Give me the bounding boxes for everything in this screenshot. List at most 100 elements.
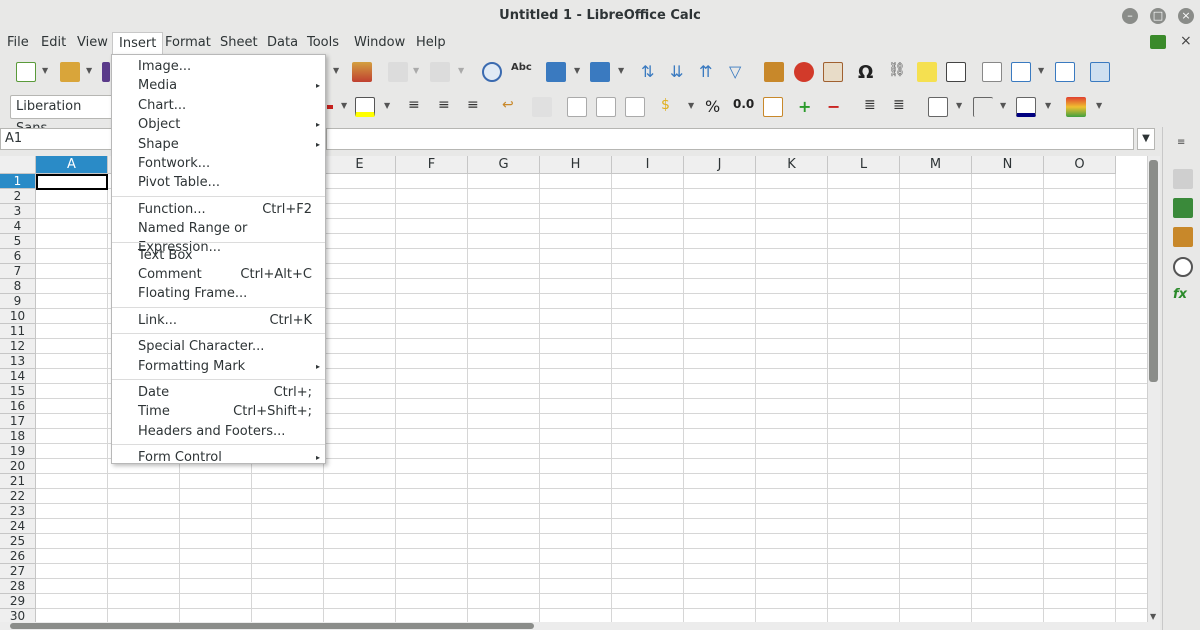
align-bottom-icon[interactable] [625, 97, 645, 117]
hyperlink-icon[interactable]: ⛓ [888, 62, 908, 82]
font-name-box[interactable]: Liberation Sans [10, 95, 114, 136]
align-center-icon[interactable]: ≡ [438, 97, 458, 117]
column-header[interactable]: L [828, 156, 900, 174]
row-header[interactable]: 5 [0, 234, 36, 249]
menu-view[interactable]: View [71, 32, 114, 54]
menu-item-named-range-or-expression[interactable]: Named Range or Expression... [112, 219, 325, 255]
highlight-color-icon[interactable] [355, 97, 375, 117]
increase-indent-icon[interactable]: ≣ [864, 97, 884, 117]
navigator-icon[interactable] [1173, 257, 1193, 277]
header-footer-icon[interactable] [946, 62, 966, 82]
column-header[interactable]: K [756, 156, 828, 174]
pivot-table-icon[interactable] [823, 62, 843, 82]
column-icon[interactable] [590, 62, 610, 82]
chevron-down-icon[interactable]: ▼ [1096, 101, 1102, 110]
menu-item-image[interactable]: Image... [112, 57, 325, 76]
row-header[interactable]: 22 [0, 489, 36, 504]
vertical-scroll-thumb[interactable] [1149, 160, 1158, 382]
chevron-down-icon[interactable]: ▼ [618, 66, 624, 75]
border-style-icon[interactable] [973, 97, 993, 117]
chevron-down-icon[interactable]: ▼ [956, 101, 962, 110]
gallery-icon[interactable] [1173, 227, 1193, 247]
menu-help[interactable]: Help [410, 32, 452, 54]
menu-item-form-control[interactable]: Form Control ▸ [112, 448, 325, 467]
row-icon[interactable] [546, 62, 566, 82]
horizontal-scroll-thumb[interactable] [10, 623, 534, 629]
row-header[interactable]: 6 [0, 249, 36, 264]
styles-icon[interactable] [1173, 198, 1193, 218]
column-header[interactable]: O [1044, 156, 1116, 174]
properties-icon[interactable] [1173, 169, 1193, 189]
chevron-down-icon[interactable]: ▼ [458, 66, 464, 75]
row-header[interactable]: 3 [0, 204, 36, 219]
row-header[interactable]: 15 [0, 384, 36, 399]
font-color-swatch[interactable] [327, 105, 333, 109]
chevron-down-icon[interactable]: ▼ [413, 66, 419, 75]
select-all-corner[interactable] [0, 156, 36, 174]
split-window-icon[interactable] [1055, 62, 1075, 82]
row-header[interactable]: 16 [0, 399, 36, 414]
column-header[interactable]: E [324, 156, 396, 174]
minimize-button[interactable]: – [1122, 8, 1138, 24]
menu-data[interactable]: Data [261, 32, 304, 54]
borders-icon[interactable] [928, 97, 948, 117]
menu-sheet[interactable]: Sheet [214, 32, 264, 54]
open-icon[interactable] [60, 62, 80, 82]
name-box[interactable]: A1 [0, 128, 112, 150]
menu-item-function[interactable]: Function... Ctrl+F2 [112, 200, 325, 219]
menu-item-formatting-mark[interactable]: Formatting Mark ▸ [112, 357, 325, 376]
show-draw-functions-icon[interactable] [1090, 62, 1110, 82]
menu-item-comment[interactable]: Comment Ctrl+Alt+C [112, 265, 325, 284]
align-top-icon[interactable] [567, 97, 587, 117]
sort-ascending-icon[interactable]: ⇊ [670, 62, 690, 82]
menu-file[interactable]: File [1, 32, 35, 54]
cell-cursor[interactable] [36, 174, 108, 190]
row-header[interactable]: 2 [0, 189, 36, 204]
chevron-down-icon[interactable]: ▼ [333, 66, 339, 75]
row-header[interactable]: 19 [0, 444, 36, 459]
column-header[interactable]: J [684, 156, 756, 174]
maximize-button[interactable]: □ [1150, 8, 1166, 24]
chevron-down-icon[interactable]: ▼ [1038, 66, 1044, 75]
row-header[interactable]: 24 [0, 519, 36, 534]
menu-format[interactable]: Format [159, 32, 217, 54]
row-header[interactable]: 29 [0, 594, 36, 609]
spellcheck-icon[interactable]: Abc [511, 62, 532, 82]
menu-insert[interactable]: Insert [112, 32, 164, 54]
decrease-indent-icon[interactable]: ≣ [893, 97, 913, 117]
menu-item-link[interactable]: Link... Ctrl+K [112, 311, 325, 330]
align-left-icon[interactable]: ≡ [408, 97, 428, 117]
functions-icon[interactable]: fx [1173, 287, 1193, 307]
sort-descending-icon[interactable]: ⇈ [699, 62, 719, 82]
menu-item-object[interactable]: Object ▸ [112, 115, 325, 134]
number-format-icon[interactable]: 0.0 [733, 97, 754, 117]
chevron-down-icon[interactable]: ▼ [341, 101, 347, 110]
date-format-icon[interactable] [763, 97, 783, 117]
row-header[interactable]: 21 [0, 474, 36, 489]
menu-item-special-character[interactable]: Special Character... [112, 337, 325, 356]
row-header[interactable]: 17 [0, 414, 36, 429]
formula-input[interactable] [326, 128, 1134, 150]
border-color-icon[interactable] [1016, 97, 1036, 117]
currency-icon[interactable]: $ [661, 97, 681, 117]
chevron-down-icon[interactable]: ▼ [574, 66, 580, 75]
row-header[interactable]: 20 [0, 459, 36, 474]
scroll-down-icon[interactable]: ▼ [1150, 612, 1156, 621]
update-available-icon[interactable] [1150, 35, 1166, 49]
menu-item-fontwork[interactable]: Fontwork... [112, 154, 325, 173]
menu-item-text-box[interactable]: Text Box [112, 246, 325, 265]
row-header[interactable]: 9 [0, 294, 36, 309]
row-header[interactable]: 13 [0, 354, 36, 369]
row-header[interactable]: 4 [0, 219, 36, 234]
menu-item-shape[interactable]: Shape ▸ [112, 135, 325, 154]
menu-item-date[interactable]: Date Ctrl+; [112, 383, 325, 402]
row-header[interactable]: 7 [0, 264, 36, 279]
menu-item-headers-and-footers[interactable]: Headers and Footers... [112, 422, 325, 441]
wrap-text-icon[interactable]: ↩ [502, 97, 522, 117]
sort-icon[interactable]: ⇅ [641, 62, 661, 82]
menu-edit[interactable]: Edit [35, 32, 72, 54]
menu-item-time[interactable]: Time Ctrl+Shift+; [112, 402, 325, 421]
chevron-down-icon[interactable]: ▼ [1000, 101, 1006, 110]
row-header[interactable]: 8 [0, 279, 36, 294]
column-header[interactable]: N [972, 156, 1044, 174]
